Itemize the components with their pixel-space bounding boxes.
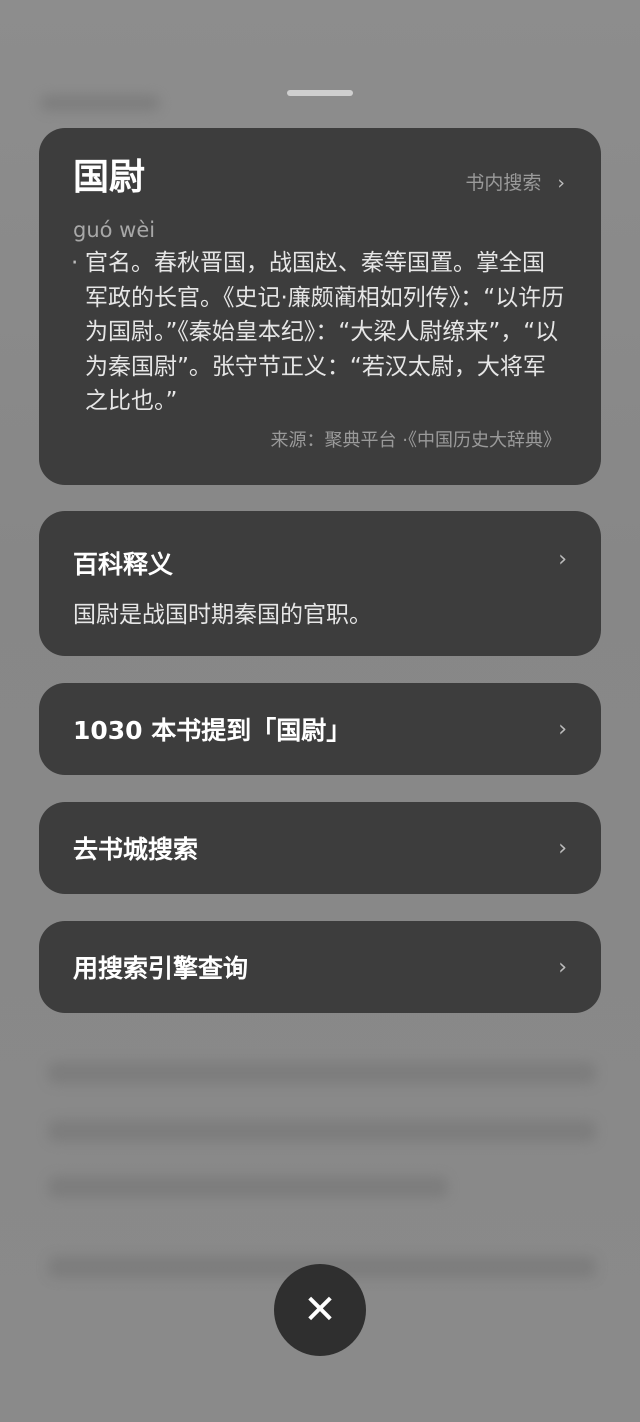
chevron-right-icon: › — [558, 835, 567, 861]
books-mention-button[interactable]: 1030 本书提到「国尉」 › — [39, 683, 601, 775]
books-mention-label: 1030 本书提到「国尉」 — [73, 716, 352, 745]
definition-card: 国尉 书内搜索 › guó wèi 官名。春秋晋国，战国赵、秦等国置。掌全国军政… — [39, 128, 601, 485]
bookstore-search-button[interactable]: 去书城搜索 › — [39, 802, 601, 894]
bookstore-search-label: 去书城搜索 — [73, 835, 199, 864]
source-label: 来源：聚典平台 ·《中国历史大辞典》 — [270, 430, 561, 451]
pinyin: guó wèi — [73, 218, 156, 242]
close-icon: ✕ — [303, 1287, 337, 1333]
close-button[interactable]: ✕ — [274, 1264, 366, 1356]
search-engine-label: 用搜索引擎查询 — [73, 954, 249, 983]
baike-title: 百科释义 — [73, 550, 174, 579]
chevron-right-icon: › — [558, 954, 567, 980]
baike-desc: 国尉是战国时期秦国的官职。 — [73, 602, 372, 628]
search-engine-button[interactable]: 用搜索引擎查询 › — [39, 921, 601, 1013]
baike-card[interactable]: 百科释义 国尉是战国时期秦国的官职。 › — [39, 511, 601, 656]
chevron-right-icon: › — [558, 716, 567, 742]
in-book-search-link[interactable]: 书内搜索 › — [465, 168, 565, 195]
definition-text: 官名。春秋晋国，战国赵、秦等国置。掌全国军政的长官。《史记·廉颇蔺相如列传》：“… — [71, 246, 567, 419]
chevron-right-icon: › — [557, 172, 565, 194]
drag-handle[interactable] — [287, 90, 353, 96]
chevron-right-icon: › — [558, 547, 567, 572]
